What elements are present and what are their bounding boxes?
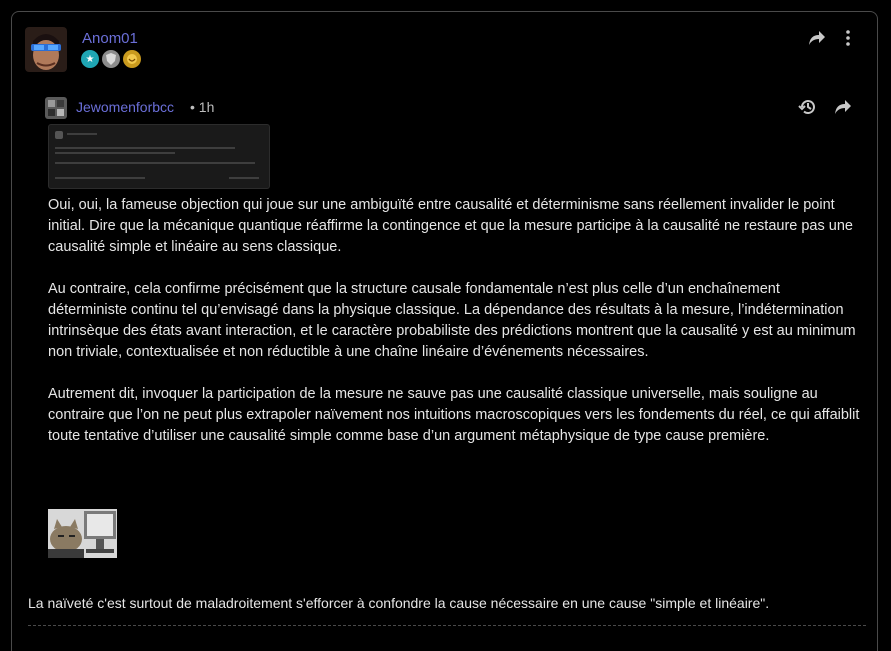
quote-username[interactable]: Jewomenforbcc <box>76 99 174 115</box>
quote-avatar[interactable] <box>45 97 67 119</box>
divider <box>28 625 866 626</box>
time-label: 1h <box>198 99 215 115</box>
quote-paragraph: Au contraire, cela confirme précisément … <box>48 281 856 360</box>
quote-paragraph: Autrement dit, invoquer la participation… <box>48 386 860 444</box>
quote-actions <box>798 97 852 117</box>
avatar[interactable] <box>25 27 67 72</box>
share-icon[interactable] <box>834 97 852 117</box>
badge-row: ★ <box>81 50 141 68</box>
gold-laugh-badge-icon[interactable] <box>123 50 141 68</box>
silver-shield-badge-icon[interactable] <box>102 50 120 68</box>
reply-text: La naïveté c'est surtout de maladroiteme… <box>28 595 770 611</box>
more-vertical-icon[interactable] <box>846 30 850 46</box>
embedded-screenshot-thumbnail[interactable] <box>48 124 270 189</box>
quote-body: Oui, oui, la fameuse objection qui joue … <box>48 195 860 468</box>
post-actions <box>808 30 850 46</box>
quote-paragraph: Oui, oui, la fameuse objection qui joue … <box>48 197 853 255</box>
share-icon[interactable] <box>808 30 826 46</box>
teal-star-badge-icon[interactable]: ★ <box>81 50 99 68</box>
cat-meme-image[interactable] <box>48 509 117 558</box>
separator: • <box>190 99 195 115</box>
username[interactable]: Anom01 <box>82 30 138 47</box>
quote-timestamp: • 1h <box>190 99 214 115</box>
history-icon[interactable] <box>798 97 818 117</box>
